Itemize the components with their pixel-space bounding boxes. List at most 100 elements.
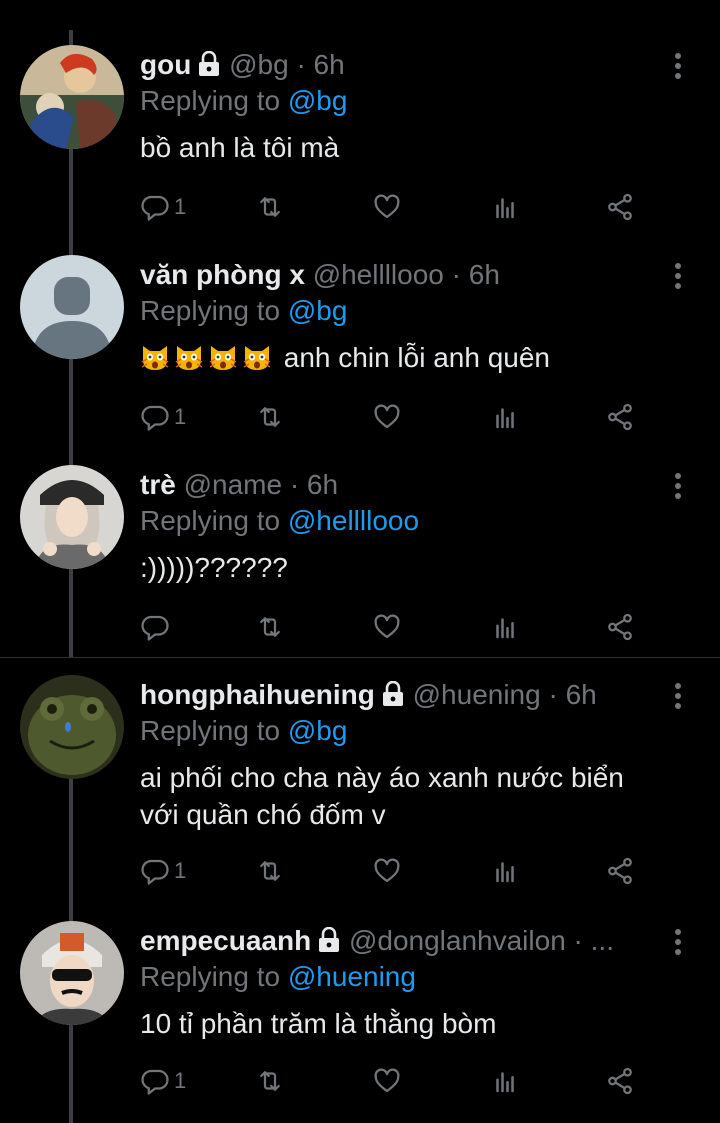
retweet-icon (260, 617, 280, 637)
replying-to: Replying to @bg (140, 83, 347, 119)
handle[interactable]: @name (184, 469, 282, 500)
reply-button[interactable]: 1 (140, 189, 186, 225)
analytics-button[interactable] (490, 853, 520, 889)
tweet-divider (0, 657, 720, 658)
more-icon[interactable] (674, 473, 682, 499)
more-icon[interactable] (674, 683, 682, 709)
timestamp[interactable]: · 6h (296, 49, 344, 80)
reply-icon (141, 615, 169, 641)
replying-label: Replying to (140, 715, 281, 746)
share-button[interactable] (605, 399, 635, 435)
replying-to: Replying to @bg (140, 713, 347, 749)
handle[interactable]: @huening (413, 679, 541, 710)
analytics-button[interactable] (490, 609, 520, 645)
like-icon (374, 614, 400, 639)
handle[interactable]: @donglanhvailon · ... (349, 925, 614, 956)
replying-label: Replying to (140, 961, 281, 992)
share-button[interactable] (605, 189, 635, 225)
reply-count: 1 (174, 1068, 187, 1093)
like-button[interactable] (372, 853, 402, 889)
lock-icon (317, 924, 341, 961)
tweet-text-line: ai phối cho cha này áo xanh nước biển (140, 762, 624, 793)
timestamp[interactable]: · 6h (548, 679, 596, 710)
reply-icon (141, 195, 169, 221)
mention-link[interactable]: @bg (288, 295, 348, 326)
reply-count: 1 (174, 404, 187, 429)
analytics-button[interactable] (490, 1063, 520, 1099)
share-icon (608, 193, 632, 221)
tweet[interactable]: trè @name · 6h Replying to @hellllooo :)… (0, 465, 720, 655)
like-icon (374, 858, 400, 883)
replying-label: Replying to (140, 85, 281, 116)
mention-link[interactable]: @bg (288, 715, 348, 746)
share-button[interactable] (605, 609, 635, 645)
mention-link[interactable]: @hellllooo (288, 505, 419, 536)
tweet-text: 10 tỉ phần trăm là thằng bòm (140, 1008, 497, 1039)
handle[interactable]: @hellllooo (313, 259, 444, 290)
scream-cat-emoji (174, 342, 204, 372)
replying-to: Replying to @bg (140, 293, 347, 329)
reply-icon (141, 859, 169, 885)
analytics-icon (496, 408, 514, 429)
tweet[interactable]: empecuaanh @donglanhvailon · ... Replyin… (0, 921, 720, 1121)
mention-link[interactable]: @huening (288, 961, 416, 992)
more-icon[interactable] (674, 929, 682, 955)
retweet-icon (260, 197, 280, 217)
retweet-icon (260, 1071, 280, 1091)
scream-cat-emoji (208, 342, 238, 372)
avatar[interactable] (20, 255, 124, 359)
like-icon (374, 194, 400, 219)
tweet-text-line: với quần chó đốm v (140, 799, 386, 830)
retweet-button[interactable] (255, 609, 285, 645)
display-name[interactable]: gou (140, 49, 191, 80)
analytics-icon (496, 618, 514, 639)
share-icon (608, 1067, 632, 1095)
analytics-button[interactable] (490, 189, 520, 225)
reply-button[interactable] (140, 609, 174, 645)
tweet-text: bồ anh là tôi mà (140, 132, 340, 163)
share-icon (608, 403, 632, 431)
share-icon (608, 613, 632, 641)
retweet-button[interactable] (255, 189, 285, 225)
timestamp[interactable]: · 6h (452, 259, 500, 290)
tweet-text: anh chin lỗi anh quên (140, 339, 550, 376)
handle[interactable]: @bg (229, 49, 289, 80)
retweet-button[interactable] (255, 1063, 285, 1099)
display-name[interactable]: văn phòng x (140, 259, 305, 290)
mention-link[interactable]: @bg (288, 85, 348, 116)
avatar[interactable] (20, 45, 124, 149)
avatar[interactable] (20, 465, 124, 569)
tweet[interactable]: gou @bg · 6h Replying to @bg bồ anh là t… (0, 45, 720, 245)
avatar[interactable] (20, 921, 124, 1025)
tweet-text: :)))))?????? (140, 552, 288, 583)
more-icon[interactable] (674, 263, 682, 289)
share-icon (608, 857, 632, 885)
more-icon[interactable] (674, 53, 682, 79)
retweet-button[interactable] (255, 399, 285, 435)
share-button[interactable] (605, 1063, 635, 1099)
tweet[interactable]: văn phòng x @hellllooo · 6h Replying to … (0, 255, 720, 455)
like-icon (374, 1068, 400, 1093)
like-button[interactable] (372, 609, 402, 645)
like-icon (374, 404, 400, 429)
reply-button[interactable]: 1 (140, 1063, 186, 1099)
like-button[interactable] (372, 1063, 402, 1099)
avatar[interactable] (20, 675, 124, 779)
timestamp[interactable]: · 6h (290, 469, 338, 500)
display-name[interactable]: empecuaanh (140, 925, 311, 956)
display-name[interactable]: hongphaihuening (140, 679, 375, 710)
reply-button[interactable]: 1 (140, 853, 186, 889)
analytics-icon (496, 1072, 514, 1093)
analytics-button[interactable] (490, 399, 520, 435)
like-button[interactable] (372, 189, 402, 225)
tweet[interactable]: hongphaihuening @huening · 6h Replying t… (0, 675, 720, 905)
retweet-icon (260, 861, 280, 881)
replying-label: Replying to (140, 505, 281, 536)
replying-label: Replying to (140, 295, 281, 326)
display-name[interactable]: trè (140, 469, 176, 500)
reply-button[interactable]: 1 (140, 399, 186, 435)
share-button[interactable] (605, 853, 635, 889)
analytics-icon (496, 862, 514, 883)
like-button[interactable] (372, 399, 402, 435)
retweet-button[interactable] (255, 853, 285, 889)
